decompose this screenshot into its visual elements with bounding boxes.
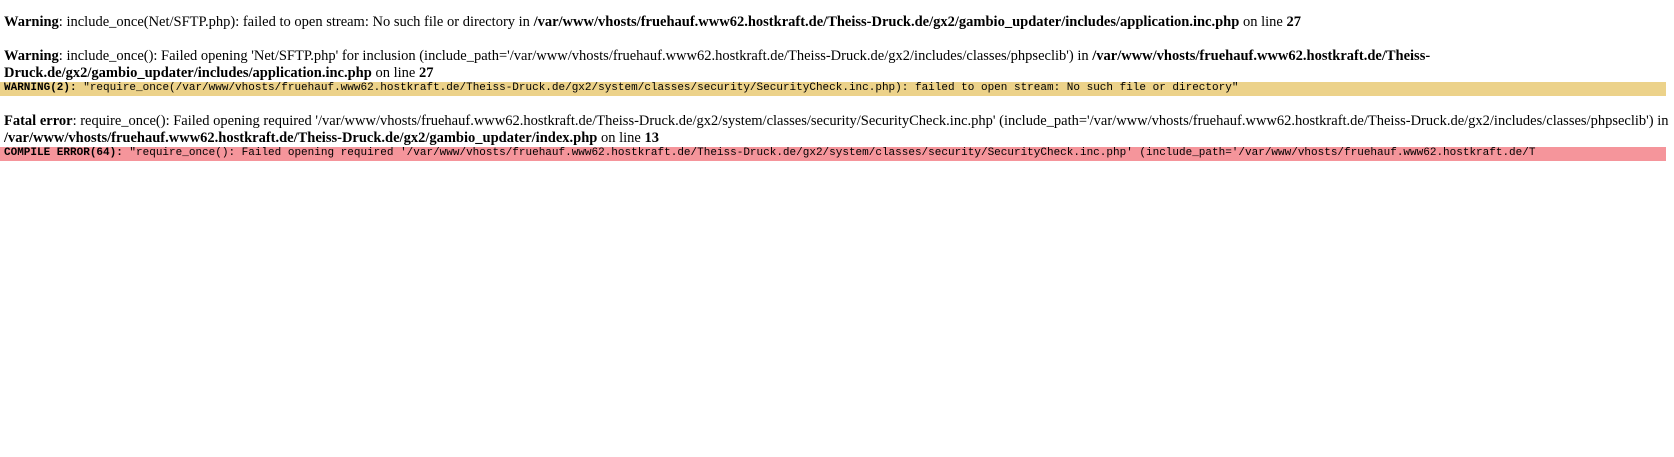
message-label: Warning bbox=[4, 14, 59, 30]
bar-label: WARNING(2): bbox=[4, 82, 77, 94]
message-line-number: 27 bbox=[418, 65, 434, 81]
php-error-page: Warning: include_once(Net/SFTP.php): fai… bbox=[0, 0, 1674, 457]
message-label: Fatal error bbox=[4, 113, 73, 129]
message-text: : include_once(): Failed opening 'Net/SF… bbox=[58, 48, 1093, 64]
fatal-error-message: Fatal error: require_once(): Failed open… bbox=[0, 113, 1674, 147]
message-on-line: on line bbox=[1239, 14, 1287, 30]
bar-label: COMPILE ERROR(64): bbox=[4, 147, 123, 159]
bar-text: "require_once(): Failed opening required… bbox=[122, 147, 1536, 159]
message-text: : require_once(): Failed opening require… bbox=[72, 113, 1669, 129]
compile-error-debug-bar: COMPILE ERROR(64): "require_once(): Fail… bbox=[0, 147, 1666, 161]
message-label: Warning bbox=[4, 48, 59, 64]
warning-message-sftp-stream: Warning: include_once(Net/SFTP.php): fai… bbox=[0, 0, 1674, 31]
message-file-path: /var/www/vhosts/fruehauf.www62.hostkraft… bbox=[533, 14, 1240, 30]
bar-text: "require_once(/var/www/vhosts/fruehauf.w… bbox=[76, 82, 1239, 94]
warning-message-sftp-inclusion: Warning: include_once(): Failed opening … bbox=[0, 48, 1674, 82]
message-text: : include_once(Net/SFTP.php): failed to … bbox=[58, 14, 534, 30]
message-on-line: on line bbox=[597, 130, 645, 146]
message-line-number: 27 bbox=[1286, 14, 1301, 30]
message-line-number: 13 bbox=[644, 130, 659, 146]
warning-debug-bar: WARNING(2): "require_once(/var/www/vhost… bbox=[0, 82, 1666, 96]
message-file-path: /var/www/vhosts/fruehauf.www62.hostkraft… bbox=[4, 130, 598, 146]
message-on-line: on line bbox=[371, 65, 419, 81]
